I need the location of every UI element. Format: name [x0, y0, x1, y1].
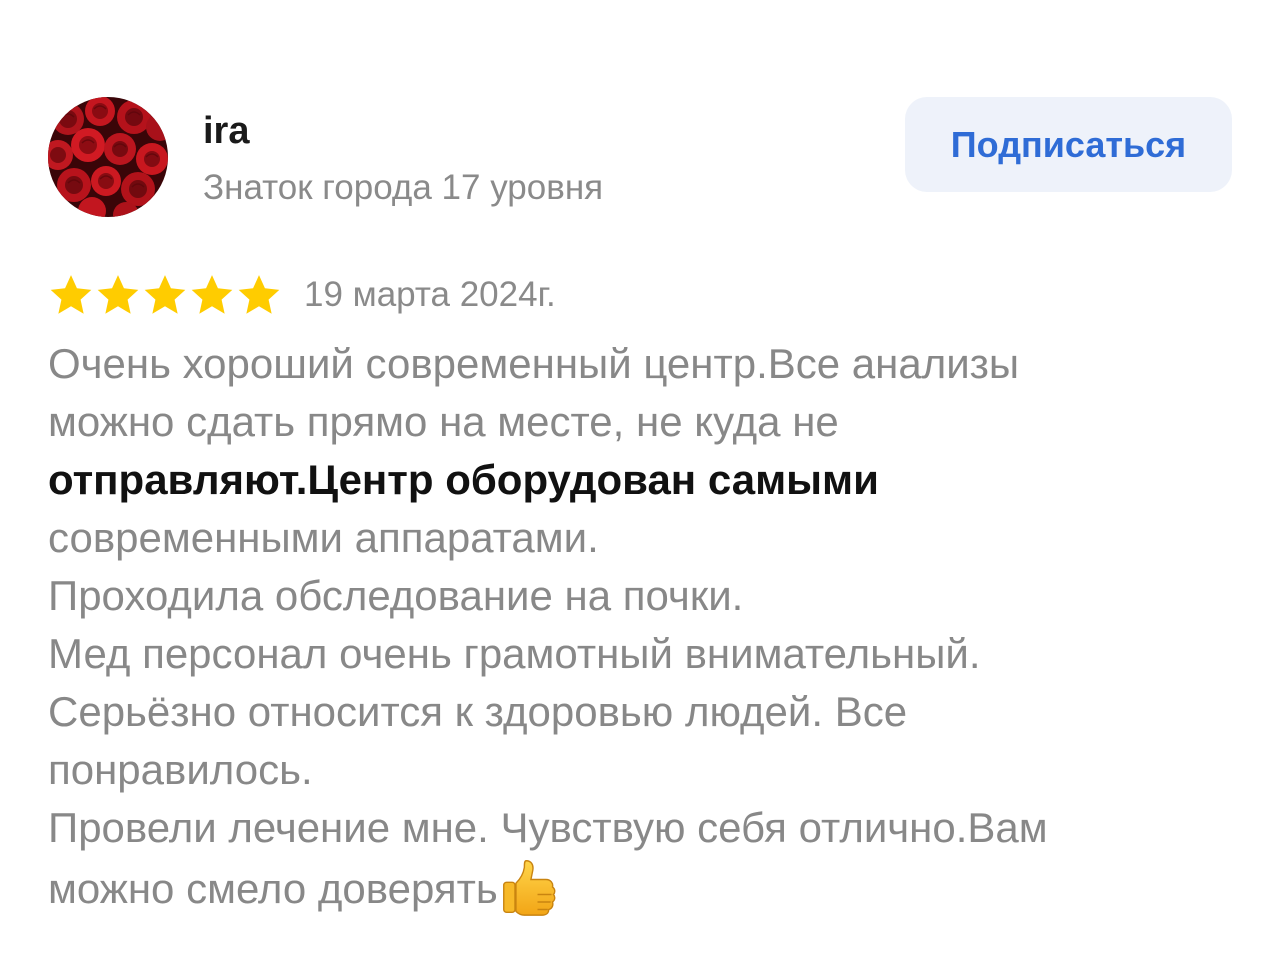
star-icon	[238, 275, 280, 314]
user-level: Знаток города 17 уровня	[203, 168, 604, 207]
review-line-highlighted: отправляют.Центр оборудован самыми	[48, 456, 879, 503]
star-icon	[191, 275, 233, 314]
review-line: понравилось.	[48, 746, 313, 793]
review-line: Очень хороший современный центр.Все анал…	[48, 340, 1020, 387]
avatar[interactable]	[48, 97, 168, 217]
review-date: 19 марта 2024г.	[304, 275, 556, 314]
review-line: Проходила обследование на почки.	[48, 572, 744, 619]
review-line-text: можно смело доверять	[48, 865, 498, 912]
thumbs-up-icon	[502, 860, 556, 916]
review-line: современными аппаратами.	[48, 514, 599, 561]
review-text: Очень хороший современный центр.Все анал…	[48, 335, 1248, 918]
review-line: Серьёзно относится к здоровью людей. Все	[48, 688, 908, 735]
subscribe-button[interactable]: Подписаться	[905, 97, 1232, 192]
review-line: Мед персонал очень грамотный внимательны…	[48, 630, 981, 677]
star-icon	[144, 275, 186, 314]
rating-row: 19 марта 2024г.	[48, 270, 556, 320]
review-line: Провели лечение мне. Чувствую себя отлич…	[48, 804, 1048, 851]
star-icon	[50, 275, 92, 314]
red-roses-avatar-icon	[48, 97, 168, 217]
star-icon	[97, 275, 139, 314]
star-rating	[48, 272, 282, 318]
user-name[interactable]: ira	[203, 108, 249, 154]
review-line-last: можно смело доверять	[48, 857, 1248, 918]
review-line: можно сдать прямо на месте, не куда не	[48, 398, 839, 445]
